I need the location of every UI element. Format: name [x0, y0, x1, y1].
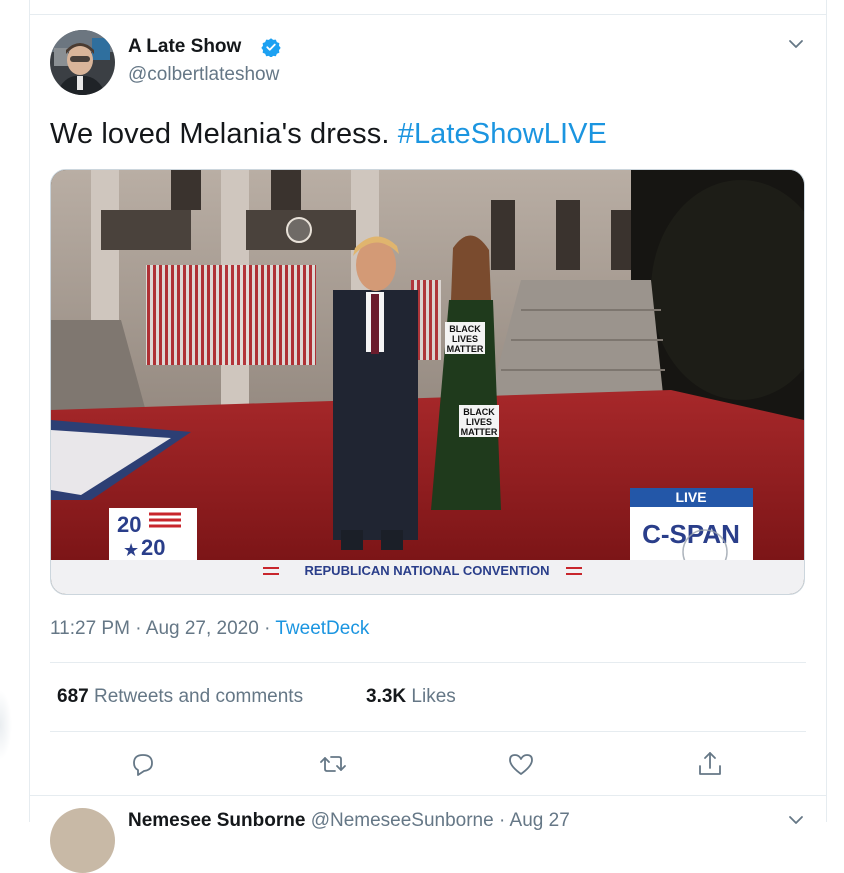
sign-line-6: MATTER: [461, 427, 498, 437]
live-label: LIVE: [675, 489, 706, 505]
tweet-video[interactable]: BLACK LIVES MATTER BLACK LIVES MATTER 20…: [50, 169, 805, 595]
meta-separator: ·: [135, 618, 142, 639]
reply-button[interactable]: [128, 749, 158, 779]
sign-line-2: LIVES: [452, 334, 478, 344]
sign-line-4: BLACK: [463, 407, 495, 417]
tweet-divider: [29, 795, 827, 796]
logo-2020-top: 20: [117, 512, 141, 537]
tweet-date[interactable]: Aug 27, 2020: [146, 618, 259, 639]
sign-line-5: LIVES: [466, 417, 492, 427]
tweet-text: We loved Melania's dress. #LateShowLIVE: [50, 118, 607, 151]
retweet-button[interactable]: [318, 749, 348, 779]
next-date[interactable]: Aug 27: [510, 810, 570, 831]
avatar[interactable]: [50, 30, 115, 95]
video-frame: BLACK LIVES MATTER BLACK LIVES MATTER 20…: [51, 170, 804, 594]
tweet-timestamp: 11:27 PM · Aug 27, 2020 · TweetDeck: [50, 618, 369, 640]
like-button[interactable]: [506, 749, 536, 779]
meta-separator: ·: [264, 618, 271, 639]
author-handle[interactable]: @colbertlateshow: [128, 64, 279, 86]
timeline-left-border: [29, 0, 30, 822]
hashtag-link[interactable]: #LateShowLIVE: [398, 118, 607, 150]
share-icon: [699, 752, 721, 775]
divider: [50, 731, 806, 732]
tweet-source-link[interactable]: TweetDeck: [275, 618, 369, 639]
reply-icon: [133, 754, 153, 776]
timeline-right-border: [826, 0, 827, 822]
likes-label: Likes: [411, 686, 456, 707]
sign-line-3: MATTER: [447, 344, 484, 354]
top-divider: [29, 14, 827, 15]
tweet-text-body: We loved Melania's dress.: [50, 118, 390, 150]
retweets-label: Retweets and comments: [93, 686, 304, 707]
retweets-count: 687: [57, 686, 89, 707]
sign-line-1: BLACK: [449, 324, 481, 334]
chevron-down-icon[interactable]: [786, 36, 806, 52]
retweets-stat[interactable]: 687 Retweets and comments: [57, 686, 303, 708]
share-button[interactable]: [695, 749, 725, 779]
retweet-icon: [320, 756, 346, 772]
next-tweet-header: Nemesee Sunborne @NemeseeSunborne · Aug …: [128, 810, 570, 832]
next-separator: ·: [498, 810, 506, 831]
convention-banner: REPUBLICAN NATIONAL CONVENTION: [304, 563, 549, 578]
author-name[interactable]: A Late Show: [128, 36, 241, 58]
divider: [50, 662, 806, 663]
likes-count: 3.3K: [366, 686, 407, 707]
next-author-handle[interactable]: @NemeseeSunborne: [311, 810, 494, 831]
logo-2020-bottom: 20: [141, 535, 165, 560]
avatar-photo: [50, 30, 115, 95]
likes-stat[interactable]: 3.3K Likes: [366, 686, 456, 708]
tweet-time[interactable]: 11:27 PM: [50, 618, 130, 639]
logo-star-icon: ★: [123, 540, 139, 560]
next-author-name[interactable]: Nemesee Sunborne: [128, 810, 305, 831]
chevron-down-icon[interactable]: [786, 812, 806, 828]
next-tweet-avatar[interactable]: [50, 808, 115, 873]
scroll-shadow: [0, 690, 12, 760]
verified-badge-icon: [261, 38, 281, 57]
heart-icon: [509, 754, 533, 775]
